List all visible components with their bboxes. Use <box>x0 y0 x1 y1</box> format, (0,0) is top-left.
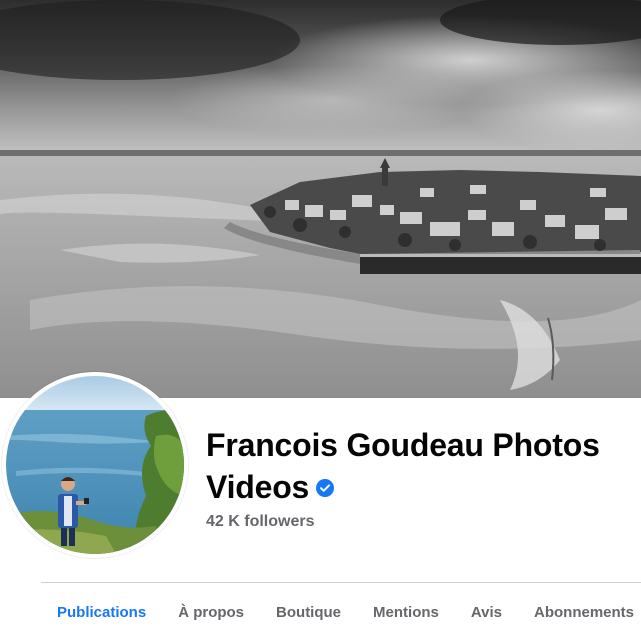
profile-tabs: Publications À propos Boutique Mentions … <box>41 584 641 640</box>
avatar[interactable] <box>6 376 184 554</box>
tab-abonnements[interactable]: Abonnements <box>518 584 641 640</box>
verified-badge-icon <box>315 466 335 508</box>
cover-photo-image <box>0 0 641 398</box>
page-name-text: Francois Goudeau Photos Videos <box>206 427 600 505</box>
followers-count[interactable]: 42 K followers <box>206 513 314 531</box>
tabs-divider <box>41 582 641 583</box>
tab-avis[interactable]: Avis <box>455 584 518 640</box>
cover-photo[interactable] <box>0 0 641 398</box>
tab-publications[interactable]: Publications <box>41 584 162 640</box>
profile-page: Francois Goudeau Photos Videos 42 K foll… <box>0 0 641 640</box>
tab-mentions[interactable]: Mentions <box>357 584 455 640</box>
tab-boutique[interactable]: Boutique <box>260 584 357 640</box>
tab-a-propos[interactable]: À propos <box>162 584 260 640</box>
avatar-image <box>6 376 184 554</box>
profile-picture-frame[interactable] <box>2 372 188 558</box>
page-title: Francois Goudeau Photos Videos <box>206 424 636 511</box>
